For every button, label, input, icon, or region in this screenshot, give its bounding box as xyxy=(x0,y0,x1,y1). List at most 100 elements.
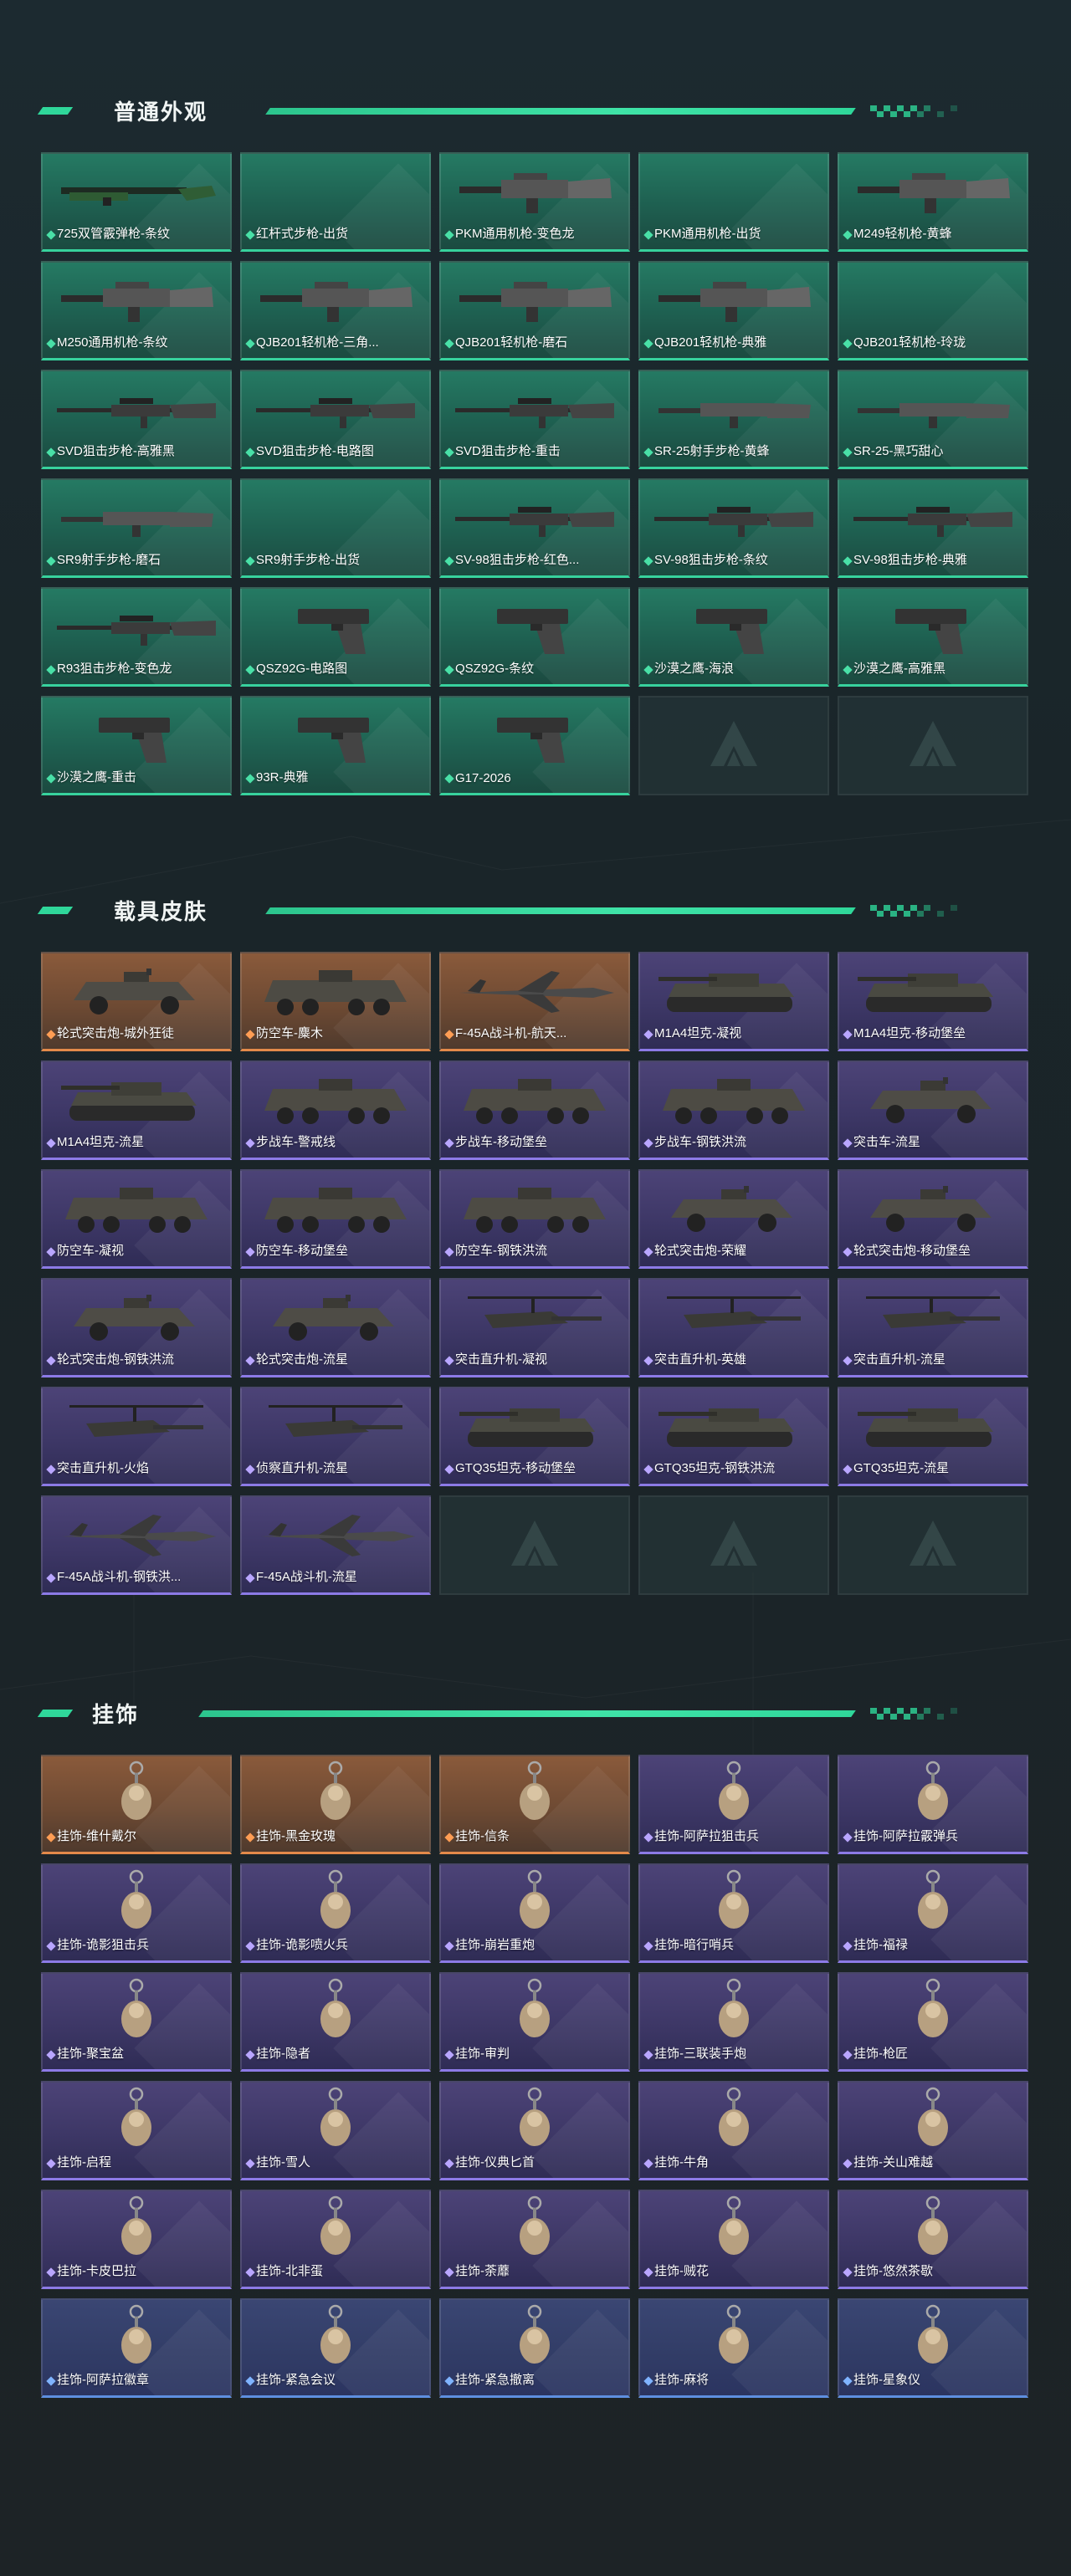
item-card[interactable]: 挂饰-星象仪 xyxy=(838,2298,1028,2398)
item-card[interactable]: 轮式突击炮-流星 xyxy=(240,1278,431,1377)
item-card[interactable]: 93R-典雅 xyxy=(240,696,431,795)
item-card[interactable]: QJB201轻机枪-三角... xyxy=(240,261,431,360)
item-card[interactable]: 突击直升机-火焰 xyxy=(41,1387,232,1486)
item-label: QSZ92G-条纹 xyxy=(455,662,535,676)
item-card[interactable]: SV-98狙击步枪-红色... xyxy=(439,478,630,578)
item-card[interactable]: SVD狙击步枪-重击 xyxy=(439,370,630,469)
item-card[interactable]: 轮式突击炮-城外狂徒 xyxy=(41,952,232,1051)
fighter-jet-icon xyxy=(441,957,628,1027)
item-card[interactable]: PKM通用机枪-变色龙 xyxy=(439,152,630,252)
item-card[interactable]: 挂饰-紧急会议 xyxy=(240,2298,431,2398)
item-card[interactable]: M1A4坦克-凝视 xyxy=(638,952,829,1051)
item-card[interactable]: 步战车-移动堡垒 xyxy=(439,1061,630,1160)
rarity-diamond-icon xyxy=(46,774,56,784)
item-card[interactable]: 挂饰-聚宝盆 xyxy=(41,1972,232,2072)
item-card[interactable]: 突击车-流星 xyxy=(838,1061,1028,1160)
item-card[interactable]: M250通用机枪-条纹 xyxy=(41,261,232,360)
item-card[interactable]: QJB201轻机枪-玲珑 xyxy=(838,261,1028,360)
item-card[interactable]: 挂饰-卡皮巴拉 xyxy=(41,2190,232,2289)
item-card[interactable]: M249轻机枪-黄蜂 xyxy=(838,152,1028,252)
item-card[interactable]: SV-98狙击步枪-条纹 xyxy=(638,478,829,578)
item-card[interactable]: 挂饰-阿萨拉狙击兵 xyxy=(638,1755,829,1854)
item-card[interactable]: 挂饰-启程 xyxy=(41,2081,232,2180)
item-card[interactable]: 侦察直升机-流星 xyxy=(240,1387,431,1486)
item-card[interactable]: 轮式突击炮-钢铁洪流 xyxy=(41,1278,232,1377)
item-card[interactable]: 挂饰-关山难越 xyxy=(838,2081,1028,2180)
item-card[interactable]: 红杆式步枪-出货 xyxy=(240,152,431,252)
item-card[interactable]: 突击直升机-流星 xyxy=(838,1278,1028,1377)
item-card[interactable]: 挂饰-仪典匕首 xyxy=(439,2081,630,2180)
item-card[interactable]: F-45A战斗机-流星 xyxy=(240,1495,431,1595)
item-card[interactable]: 挂饰-牛角 xyxy=(638,2081,829,2180)
item-card[interactable]: SR-25射手步枪-黄蜂 xyxy=(638,370,829,469)
item-card[interactable]: GTQ35坦克-移动堡垒 xyxy=(439,1387,630,1486)
item-label: 挂饰-北非蛋 xyxy=(256,2264,323,2278)
item-card[interactable]: 挂饰-阿萨拉徽章 xyxy=(41,2298,232,2398)
item-card[interactable]: SR9射手步枪-出货 xyxy=(240,478,431,578)
item-card[interactable]: SVD狙击步枪-电路图 xyxy=(240,370,431,469)
item-card[interactable]: 防空车-凝视 xyxy=(41,1169,232,1269)
item-card[interactable]: F-45A战斗机-航天... xyxy=(439,952,630,1051)
item-card[interactable]: M1A4坦克-流星 xyxy=(41,1061,232,1160)
item-card[interactable]: 沙漠之鹰-海浪 xyxy=(638,587,829,687)
item-card[interactable]: 轮式突击炮-移动堡垒 xyxy=(838,1169,1028,1269)
item-card[interactable]: 挂饰-贼花 xyxy=(638,2190,829,2289)
armored-car-icon xyxy=(839,1174,1027,1245)
item-card[interactable]: 突击直升机-凝视 xyxy=(439,1278,630,1377)
item-card[interactable]: GTQ35坦克-流星 xyxy=(838,1387,1028,1486)
item-card[interactable]: 沙漠之鹰-高雅黑 xyxy=(838,587,1028,687)
item-card[interactable]: 步战车-警戒线 xyxy=(240,1061,431,1160)
item-card[interactable]: SV-98狙击步枪-典雅 xyxy=(838,478,1028,578)
item-card[interactable]: 挂饰-三联装手炮 xyxy=(638,1972,829,2072)
item-card[interactable]: 挂饰-雪人 xyxy=(240,2081,431,2180)
pistol-icon xyxy=(640,592,828,662)
item-card[interactable]: 沙漠之鹰-重击 xyxy=(41,696,232,795)
item-card[interactable]: 挂饰-福禄 xyxy=(838,1863,1028,1963)
item-card[interactable]: F-45A战斗机-钢铁洪... xyxy=(41,1495,232,1595)
item-card[interactable]: 挂饰-麻将 xyxy=(638,2298,829,2398)
item-card[interactable]: 突击直升机-英雄 xyxy=(638,1278,829,1377)
tank-icon xyxy=(640,1392,828,1462)
item-card[interactable]: M1A4坦克-移动堡垒 xyxy=(838,952,1028,1051)
item-card[interactable]: SVD狙击步枪-高雅黑 xyxy=(41,370,232,469)
item-card[interactable]: 挂饰-诡影狙击兵 xyxy=(41,1863,232,1963)
item-card[interactable]: 挂饰-审判 xyxy=(439,1972,630,2072)
item-card[interactable]: 挂饰-信条 xyxy=(439,1755,630,1854)
item-card[interactable]: 防空车-麋木 xyxy=(240,952,431,1051)
item-card[interactable]: 挂饰-黑金玫瑰 xyxy=(240,1755,431,1854)
item-card[interactable]: 挂饰-荼蘼 xyxy=(439,2190,630,2289)
item-card[interactable]: 挂饰-枪匠 xyxy=(838,1972,1028,2072)
item-card[interactable]: 挂饰-诡影喷火兵 xyxy=(240,1863,431,1963)
rarity-diamond-icon xyxy=(444,447,454,457)
item-card[interactable]: 挂饰-隐者 xyxy=(240,1972,431,2072)
item-card[interactable]: SR9射手步枪-磨石 xyxy=(41,478,232,578)
item-card[interactable]: QJB201轻机枪-典雅 xyxy=(638,261,829,360)
item-card[interactable]: 挂饰-北非蛋 xyxy=(240,2190,431,2289)
helicopter-icon xyxy=(640,1283,828,1353)
rarity-diamond-icon xyxy=(444,1464,454,1475)
charm-icon xyxy=(441,1760,628,1830)
item-card[interactable]: 轮式突击炮-荣耀 xyxy=(638,1169,829,1269)
item-card[interactable]: 挂饰-崩岩重炮 xyxy=(439,1863,630,1963)
item-card[interactable]: 挂饰-阿萨拉霰弹兵 xyxy=(838,1755,1028,1854)
item-card[interactable]: 725双管霰弹枪-条纹 xyxy=(41,152,232,252)
item-card[interactable]: QJB201轻机枪-磨石 xyxy=(439,261,630,360)
item-card[interactable]: 挂饰-暗行哨兵 xyxy=(638,1863,829,1963)
item-card[interactable]: 步战车-钢铁洪流 xyxy=(638,1061,829,1160)
rarity-diamond-icon xyxy=(46,339,56,349)
item-card[interactable]: 挂饰-维什戴尔 xyxy=(41,1755,232,1854)
apc-icon xyxy=(441,1174,628,1245)
item-card[interactable]: GTQ35坦克-钢铁洪流 xyxy=(638,1387,829,1486)
item-label: 挂饰-诡影狙击兵 xyxy=(57,1938,149,1952)
item-card[interactable]: 挂饰-悠然茶歇 xyxy=(838,2190,1028,2289)
placeholder-logo-icon xyxy=(906,1517,960,1571)
item-card[interactable]: G17-2026 xyxy=(439,696,630,795)
item-card[interactable]: R93狙击步枪-变色龙 xyxy=(41,587,232,687)
item-card[interactable]: PKM通用机枪-出货 xyxy=(638,152,829,252)
item-card[interactable]: 防空车-钢铁洪流 xyxy=(439,1169,630,1269)
item-card[interactable]: SR-25-黑巧甜心 xyxy=(838,370,1028,469)
item-card[interactable]: 挂饰-紧急撤离 xyxy=(439,2298,630,2398)
item-card[interactable]: QSZ92G-条纹 xyxy=(439,587,630,687)
item-card[interactable]: 防空车-移动堡垒 xyxy=(240,1169,431,1269)
item-card[interactable]: QSZ92G-电路图 xyxy=(240,587,431,687)
